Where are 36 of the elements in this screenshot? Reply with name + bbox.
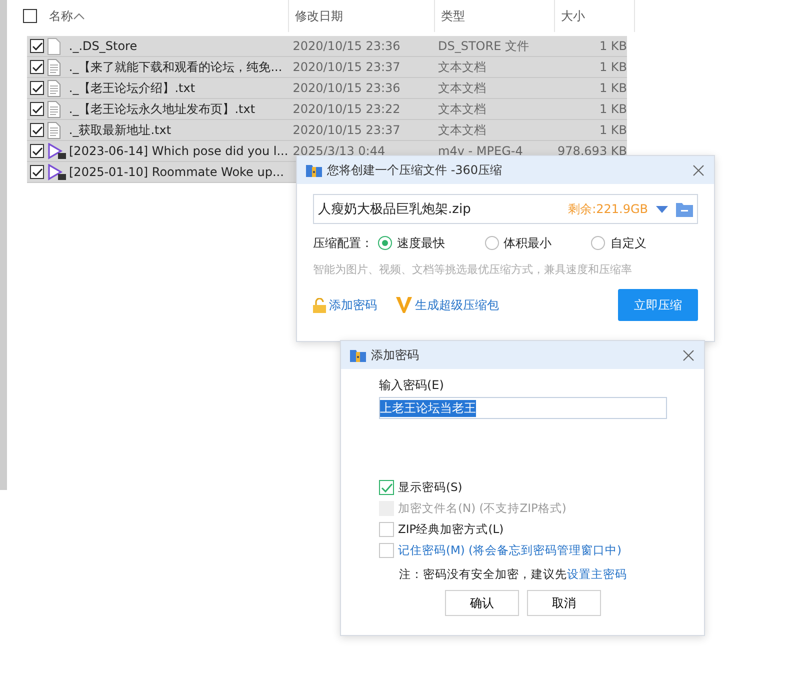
size-cell-text: 1 KB [598, 81, 627, 95]
file-name: [2025-01-10] Roommate Woke up... [69, 165, 285, 179]
date-cell-text: 2020/10/15 23:37 [292, 60, 402, 74]
note-text: 注：密码没有安全加密，建议先 [399, 567, 567, 581]
type-cell-text: DS_STORE 文件 [438, 38, 530, 54]
type-cell-text: 文本文档 [438, 122, 487, 138]
checkbox-label: 加密文件名(N) (不支持ZIP格式) [398, 501, 566, 516]
free-space-label: 剩余:221.9GB [568, 200, 648, 218]
type-cell-text: m4v - MPEG-4 [438, 144, 524, 158]
size-cell-text: 978,693 KB [556, 144, 627, 158]
file-name: ._【来了就能下载和观看的论坛，纯免... [68, 58, 284, 76]
file-name: ._【老王论坛永久地址发布页】.txt [68, 100, 256, 118]
checkbox-label: 记住密码(M) (将会备忘到密码管理窗口中) [398, 543, 622, 558]
type-cell-text: 文本文档 [438, 100, 487, 118]
field-label: 输入密码(E) [379, 377, 445, 394]
file-name: ._获取最新地址.txt [68, 122, 172, 138]
size-cell-text: 1 KB [598, 102, 627, 116]
size-cell-text: 1 KB [598, 123, 627, 137]
type-cell-text: 文本文档 [438, 80, 487, 96]
file-name: ._.DS_Store [68, 39, 138, 53]
window-title: 添加密码 [371, 346, 420, 364]
date-cell-text: 2020/10/15 23:36 [292, 39, 402, 53]
size-cell-text: 1 KB [598, 39, 627, 53]
date-cell-text: 2020/10/15 23:22 [292, 102, 402, 116]
type-cell-text: 文本文档 [438, 58, 487, 76]
file-name: ._【老王论坛介绍】.txt [68, 80, 196, 96]
date-cell-text: 2020/10/15 23:36 [292, 81, 402, 95]
checkbox-label: 显示密码(S) [398, 480, 462, 495]
window-title: 您将创建一个压缩文件 -360压缩 [327, 162, 504, 178]
date-cell-text: 2020/10/15 23:37 [292, 123, 402, 137]
date-cell-text: 2025/3/13 0:44 [292, 144, 386, 158]
file-name: [2023-06-14] Which pose did you l... [69, 144, 290, 158]
size-cell-text: 1 KB [598, 60, 627, 74]
checkbox-label: ZIP经典加密方式(L) [398, 522, 504, 537]
hint-text: 智能为图片、视频、文档等挑选最优压缩方式，兼具速度和压缩率 [313, 262, 633, 277]
config-label: 压缩配置： [313, 234, 374, 252]
